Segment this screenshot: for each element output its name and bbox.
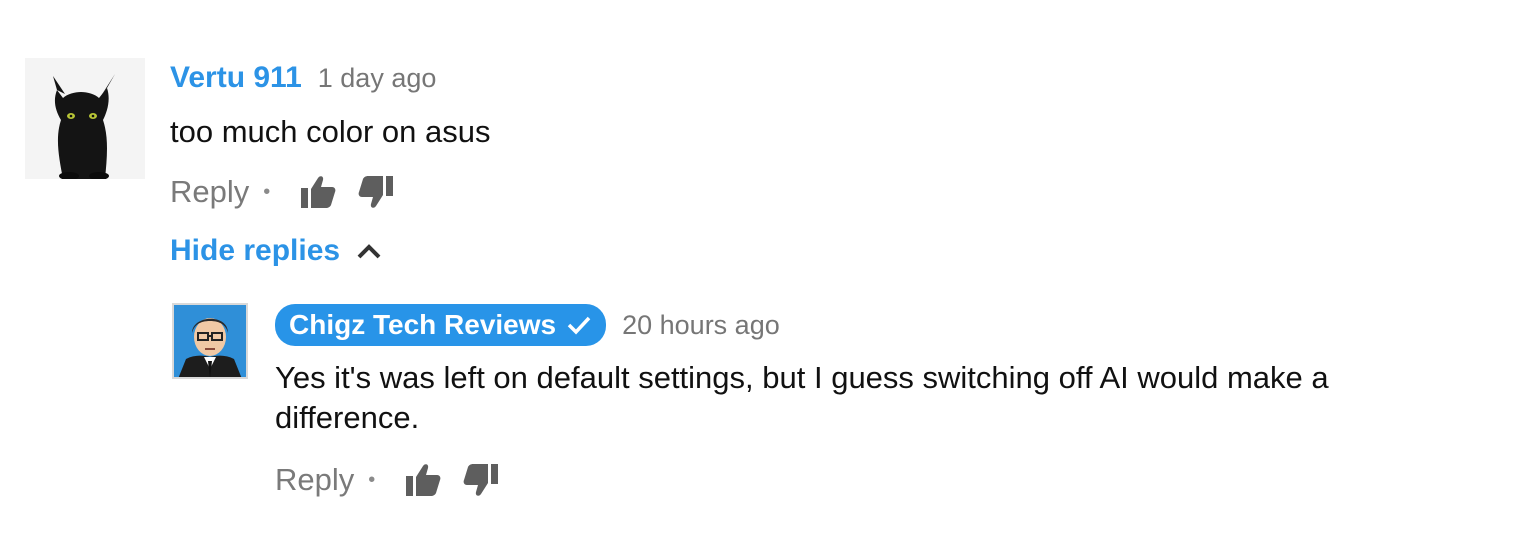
checkmark-icon <box>567 316 591 335</box>
reply-header: Chigz Tech Reviews 20 hours ago <box>275 304 780 346</box>
dragon-avatar-icon <box>25 58 145 179</box>
reply-button[interactable]: Reply <box>170 174 249 210</box>
separator-dot: • <box>368 468 376 491</box>
chevron-up-icon <box>357 244 381 259</box>
channel-owner-badge[interactable]: Chigz Tech Reviews <box>275 304 607 346</box>
comment-text: too much color on asus <box>170 114 491 149</box>
commenter-avatar[interactable] <box>25 58 145 179</box>
thumb-down-icon[interactable] <box>463 463 499 497</box>
comment-timestamp[interactable]: 1 day ago <box>318 63 437 94</box>
comment-header: Vertu 911 1 day ago <box>170 61 436 95</box>
comment-actions: Reply • <box>170 170 394 214</box>
cartoon-man-avatar-icon <box>172 303 248 379</box>
comment-author-link[interactable]: Vertu 911 <box>170 61 302 95</box>
reply-author-name: Chigz Tech Reviews <box>289 309 557 340</box>
thumb-down-icon[interactable] <box>358 175 394 209</box>
reply-avatar[interactable] <box>172 303 248 379</box>
reply-text: Yes it's was left on default settings, b… <box>275 360 1329 435</box>
hide-replies-label: Hide replies <box>170 234 341 267</box>
thumb-up-icon[interactable] <box>300 175 336 209</box>
reply-reply-button[interactable]: Reply <box>275 462 354 498</box>
separator-dot: • <box>263 180 271 203</box>
reply-timestamp[interactable]: 20 hours ago <box>622 310 780 341</box>
reply-actions: Reply • <box>275 458 499 502</box>
thumb-up-icon[interactable] <box>405 463 441 497</box>
hide-replies-button[interactable]: Hide replies <box>170 230 382 272</box>
